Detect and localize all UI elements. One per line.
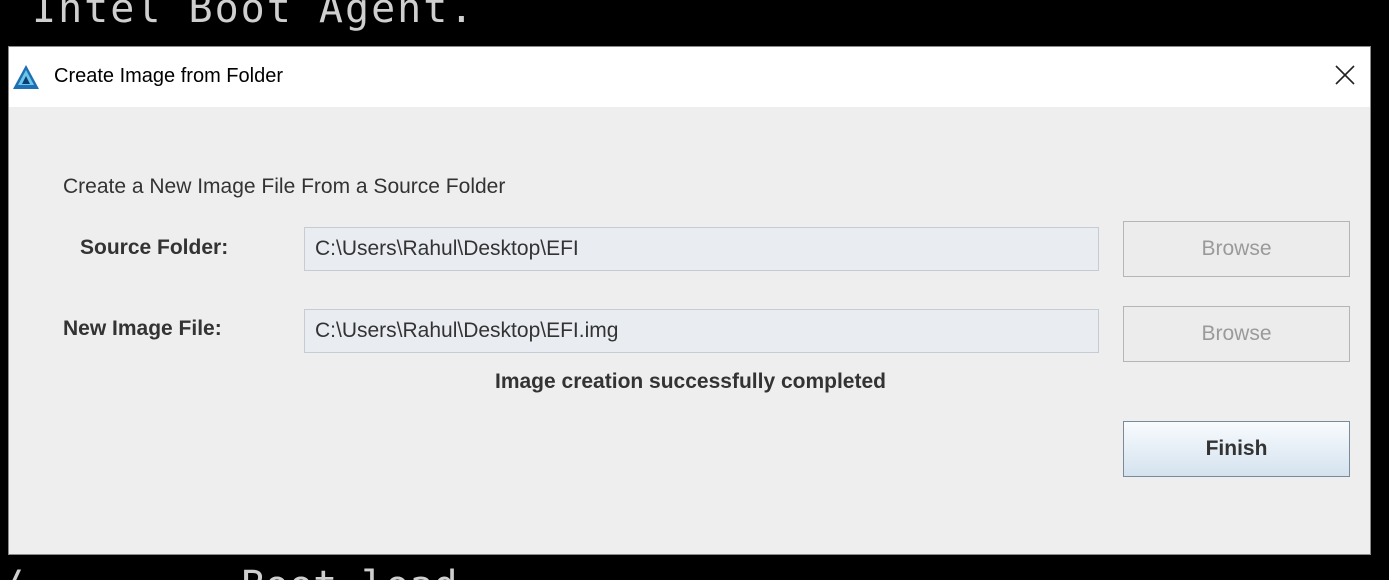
background-console-bottom-text: / Boot load [0,563,458,580]
app-logo-icon [12,64,40,90]
new-image-file-browse-button[interactable]: Browse [1123,306,1350,362]
source-folder-label: Source Folder: [80,236,229,259]
close-button[interactable] [1320,47,1370,107]
background-console-text: Intel Boot Agent. [32,0,476,32]
new-image-file-field[interactable] [304,309,1099,353]
create-image-dialog: Create Image from Folder Create a New Im… [8,46,1371,555]
source-folder-field[interactable] [304,227,1099,271]
new-image-file-label: New Image File: [63,317,222,340]
status-message: Image creation successfully completed [495,370,886,393]
dialog-heading: Create a New Image File From a Source Fo… [63,175,506,198]
background-console-bottom: / Boot load [0,555,1389,580]
close-icon [1334,64,1356,91]
dialog-titlebar: Create Image from Folder [9,47,1370,107]
dialog-title: Create Image from Folder [54,65,283,87]
source-folder-browse-button[interactable]: Browse [1123,221,1350,277]
finish-button[interactable]: Finish [1123,421,1350,477]
background-console-top: Intel Boot Agent. [0,0,1389,46]
